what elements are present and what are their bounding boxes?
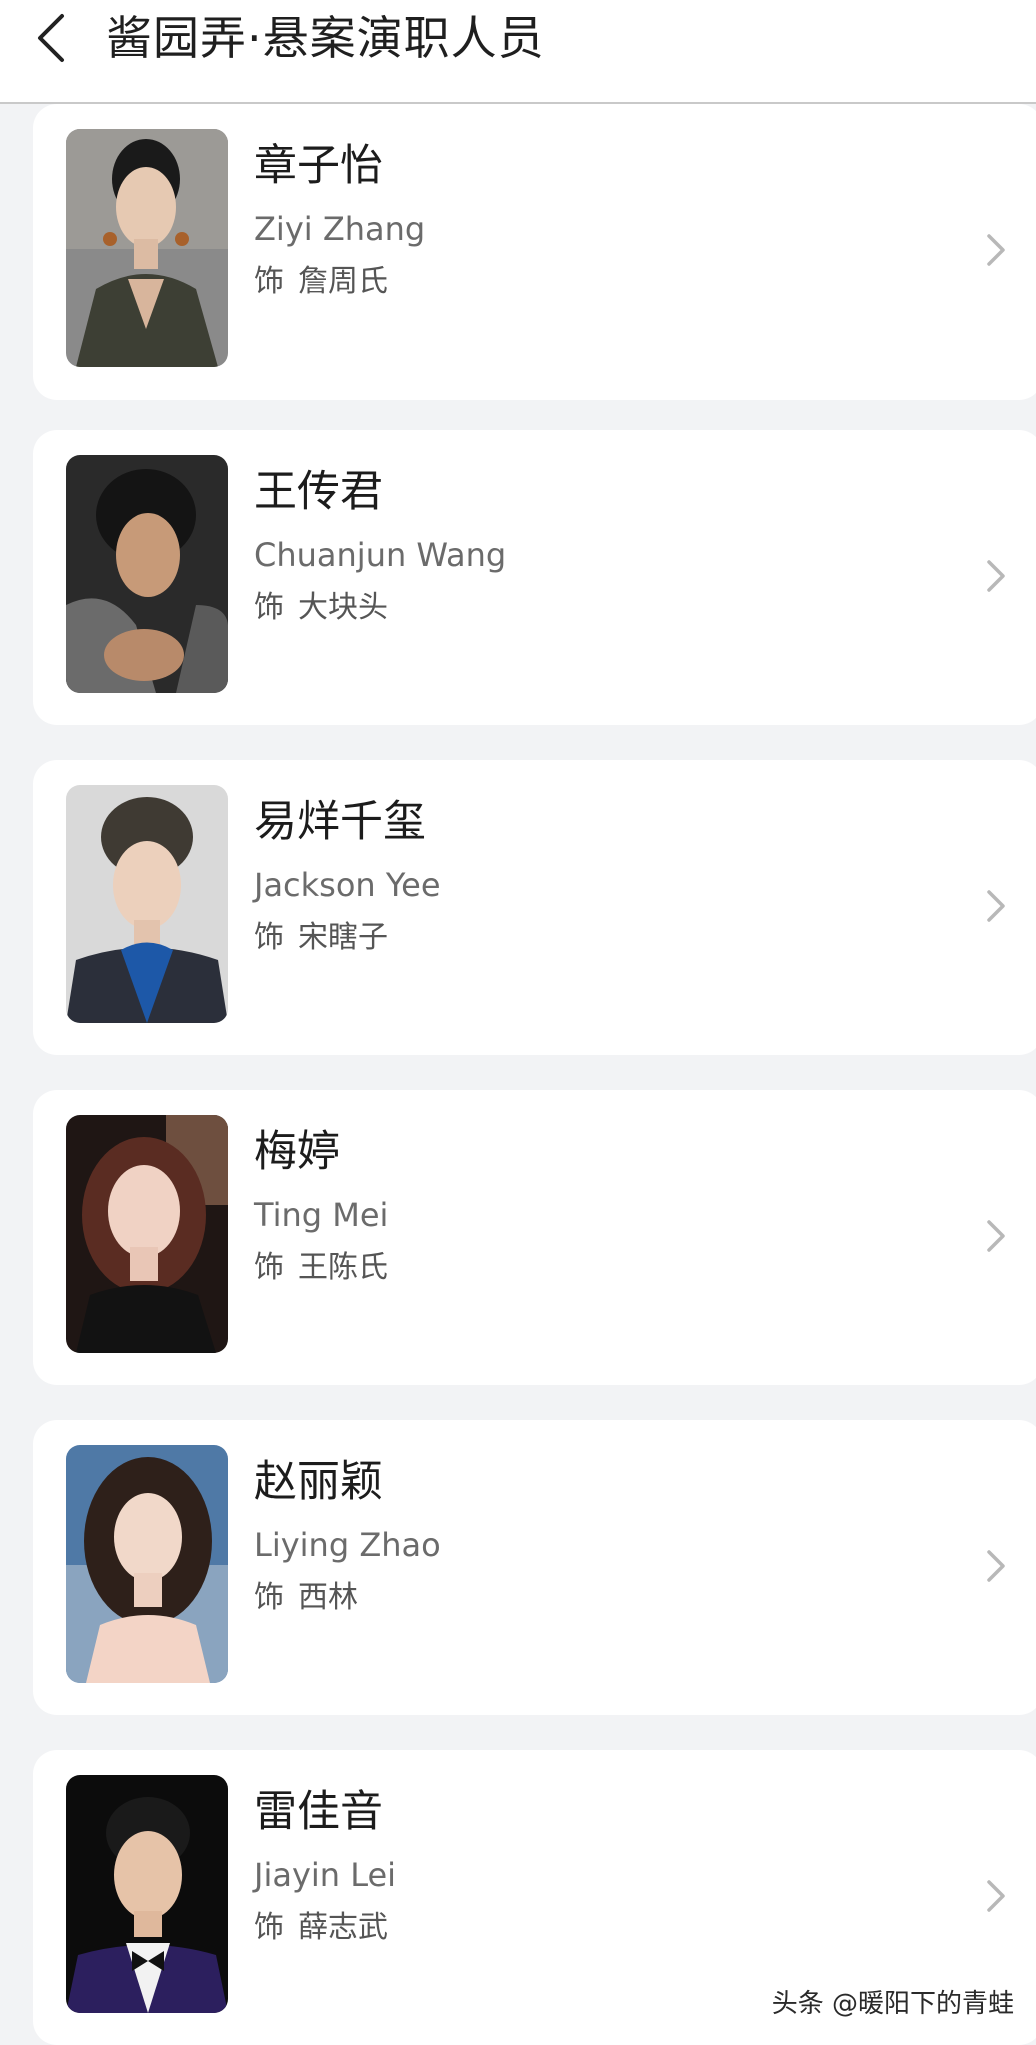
actor-english-name: Ziyi Zhang [254,210,426,248]
role-prefix: 饰 [254,1250,284,1285]
actor-photo [66,1115,228,1353]
top-bar: 酱园弄·悬案演职人员 [0,0,1036,104]
role-prefix: 饰 [254,590,284,625]
actor-english-name: Ting Mei [254,1196,389,1234]
actor-english-name: Jiayin Lei [254,1856,397,1894]
actor-role: 饰詹周氏 [254,262,388,302]
cast-card-ziyi-zhang[interactable]: 章子怡 Ziyi Zhang 饰詹周氏 [33,104,1036,400]
actor-name: 赵丽颖 [254,1457,383,1507]
role-name: 西林 [298,1580,358,1615]
actor-name: 梅婷 [254,1127,340,1177]
actor-english-name: Chuanjun Wang [254,536,507,574]
actor-name: 易烊千玺 [254,797,426,847]
chevron-right-icon [984,1216,1008,1256]
actor-role: 饰宋瞎子 [254,918,388,958]
cast-card-jackson-yee[interactable]: 易烊千玺 Jackson Yee 饰宋瞎子 [33,760,1036,1055]
actor-role: 饰王陈氏 [254,1248,388,1288]
role-name: 薛志武 [298,1910,388,1945]
actor-name: 雷佳音 [254,1787,383,1837]
chevron-right-icon [984,1546,1008,1586]
role-prefix: 饰 [254,1910,284,1945]
actor-photo [66,129,228,367]
role-prefix: 饰 [254,920,284,955]
watermark: 头条 @暖阳下的青蛙 [771,1989,1014,2019]
actor-photo [66,455,228,693]
actor-photo [66,785,228,1023]
chevron-right-icon [984,886,1008,926]
back-button[interactable] [28,8,78,68]
chevron-right-icon [984,1876,1008,1916]
actor-name: 章子怡 [254,141,383,191]
actor-name: 王传君 [254,467,383,517]
chevron-left-icon [38,14,64,62]
cast-card-ting-mei[interactable]: 梅婷 Ting Mei 饰王陈氏 [33,1090,1036,1385]
page-title: 酱园弄·悬案演职人员 [106,11,545,65]
cast-card-chuanjun-wang[interactable]: 王传君 Chuanjun Wang 饰大块头 [33,430,1036,725]
actor-role: 饰大块头 [254,588,388,628]
cast-card-liying-zhao[interactable]: 赵丽颖 Liying Zhao 饰西林 [33,1420,1036,1715]
role-name: 宋瞎子 [298,920,388,955]
actor-english-name: Jackson Yee [254,866,441,904]
role-prefix: 饰 [254,264,284,299]
actor-role: 饰薛志武 [254,1908,388,1948]
actor-photo [66,1445,228,1683]
role-prefix: 饰 [254,1580,284,1615]
role-name: 詹周氏 [298,264,388,299]
role-name: 王陈氏 [298,1250,388,1285]
actor-photo [66,1775,228,2013]
role-name: 大块头 [298,590,388,625]
actor-role: 饰西林 [254,1578,358,1618]
chevron-right-icon [984,230,1008,270]
chevron-right-icon [984,556,1008,596]
actor-english-name: Liying Zhao [254,1526,441,1564]
